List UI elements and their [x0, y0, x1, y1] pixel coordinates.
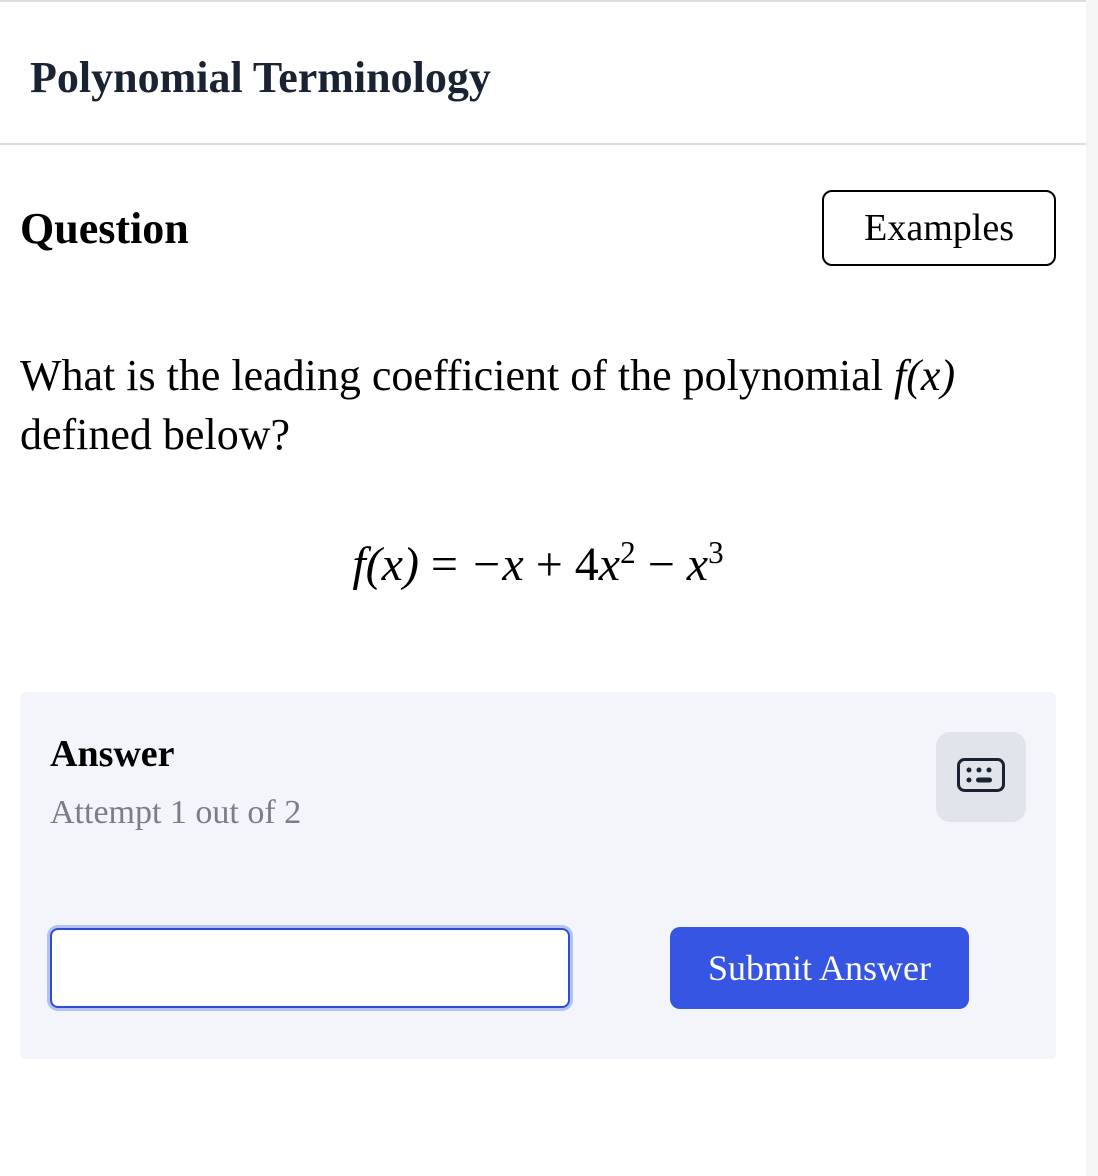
question-prompt: What is the leading coefficient of the p…	[20, 346, 1056, 465]
eq-term3-var: x	[687, 538, 708, 591]
eq-term3-exp: 3	[708, 535, 724, 570]
submit-answer-button[interactable]: Submit Answer	[670, 927, 969, 1009]
answer-panel: Answer Attempt 1 out of 2 Sub	[20, 692, 1056, 1059]
eq-op1: +	[524, 538, 575, 591]
eq-term1: −x	[470, 538, 524, 591]
eq-equals: =	[419, 538, 470, 591]
prompt-fx: f(x)	[894, 351, 955, 400]
question-heading: Question	[20, 203, 189, 254]
page-header: Polynomial Terminology	[0, 0, 1086, 145]
prompt-text-pre: What is the leading coefficient of the p…	[20, 351, 894, 400]
eq-term2-coef: 4	[575, 538, 599, 591]
answer-input[interactable]	[50, 928, 570, 1008]
attempt-counter: Attempt 1 out of 2	[50, 794, 301, 832]
eq-term2-var: x	[599, 538, 620, 591]
prompt-text-post: defined below?	[20, 410, 290, 459]
question-row: Question Examples	[20, 190, 1056, 266]
examples-button[interactable]: Examples	[822, 190, 1056, 266]
keyboard-button[interactable]	[936, 732, 1026, 822]
content-area: Question Examples What is the leading co…	[0, 145, 1086, 1059]
eq-op2: −	[636, 538, 687, 591]
answer-header: Answer Attempt 1 out of 2	[50, 732, 1026, 832]
eq-term2-exp: 2	[620, 535, 636, 570]
polynomial-equation: f(x) = −x + 4x2 − x3	[20, 535, 1056, 592]
answer-header-left: Answer Attempt 1 out of 2	[50, 732, 301, 832]
answer-input-row: Submit Answer	[50, 927, 1026, 1009]
keyboard-icon	[957, 758, 1005, 795]
page-title: Polynomial Terminology	[30, 52, 1056, 103]
answer-heading: Answer	[50, 732, 301, 776]
eq-lhs: f(x)	[352, 538, 419, 591]
